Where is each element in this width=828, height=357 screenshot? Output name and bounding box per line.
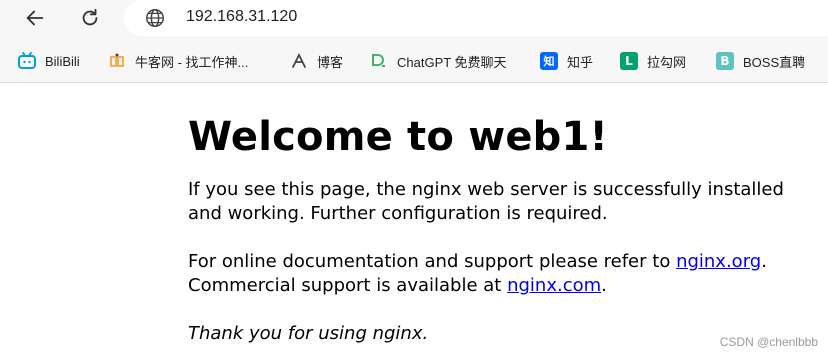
chatgpt-icon	[370, 52, 388, 70]
install-message: If you see this page, the nginx web serv…	[188, 179, 784, 224]
reload-button[interactable]	[75, 3, 105, 33]
bookmark-label: BOSS直聘	[743, 54, 806, 70]
bookmark-label: BiliBili	[45, 53, 80, 69]
page-title: Welcome to web1!	[188, 114, 608, 160]
browser-chrome: 192.168.31.120 BiliBili 牛客网 - 找工作神... 博客…	[0, 0, 828, 83]
commercial-period: .	[601, 275, 607, 296]
bookmark-lagou[interactable]: L 拉勾网	[620, 50, 686, 72]
bookmark-label: ChatGPT 免费聊天	[397, 54, 507, 70]
bookmark-zhihu[interactable]: 知 知乎	[540, 50, 593, 72]
globe-icon	[146, 9, 164, 27]
url-text[interactable]: 192.168.31.120	[186, 8, 297, 26]
watermark: CSDN @chenlbbb	[719, 335, 818, 349]
bookmark-label: 牛客网 - 找工作神...	[135, 54, 249, 70]
bookmarks-bar: BiliBili 牛客网 - 找工作神... 博客 ChatGPT 免费聊天 知…	[0, 44, 828, 78]
bookmark-bilibili[interactable]: BiliBili	[18, 50, 80, 72]
support-period: .	[761, 251, 767, 272]
back-button[interactable]	[20, 3, 50, 33]
blog-icon	[290, 52, 308, 70]
page-content: Welcome to web1! If you see this page, t…	[188, 82, 818, 346]
bookmark-nowcoder[interactable]: 牛客网 - 找工作神...	[108, 50, 248, 72]
back-arrow-icon	[26, 10, 44, 26]
nginx-org-link[interactable]: nginx.org	[676, 251, 761, 272]
lagou-icon: L	[620, 52, 638, 70]
nginx-com-link[interactable]: nginx.com	[507, 275, 601, 296]
reload-icon	[82, 8, 98, 26]
nowcoder-icon	[108, 52, 126, 70]
bookmark-blog[interactable]: 博客	[290, 50, 343, 72]
commercial-text: Commercial support is available at	[188, 275, 508, 296]
bookmark-label: 拉勾网	[647, 54, 687, 70]
bilibili-icon	[18, 52, 36, 70]
bookmark-label: 博客	[317, 54, 344, 70]
support-paragraph: For online documentation and support ple…	[188, 250, 818, 298]
bookmark-boss[interactable]: B BOSS直聘	[716, 50, 805, 72]
boss-icon: B	[716, 52, 734, 70]
address-bar[interactable]: 192.168.31.120	[124, 0, 828, 36]
support-text: For online documentation and support ple…	[188, 251, 677, 272]
zhihu-icon: 知	[540, 52, 558, 70]
bookmark-chatgpt[interactable]: ChatGPT 免费聊天	[370, 50, 507, 72]
bookmark-label: 知乎	[567, 54, 594, 70]
